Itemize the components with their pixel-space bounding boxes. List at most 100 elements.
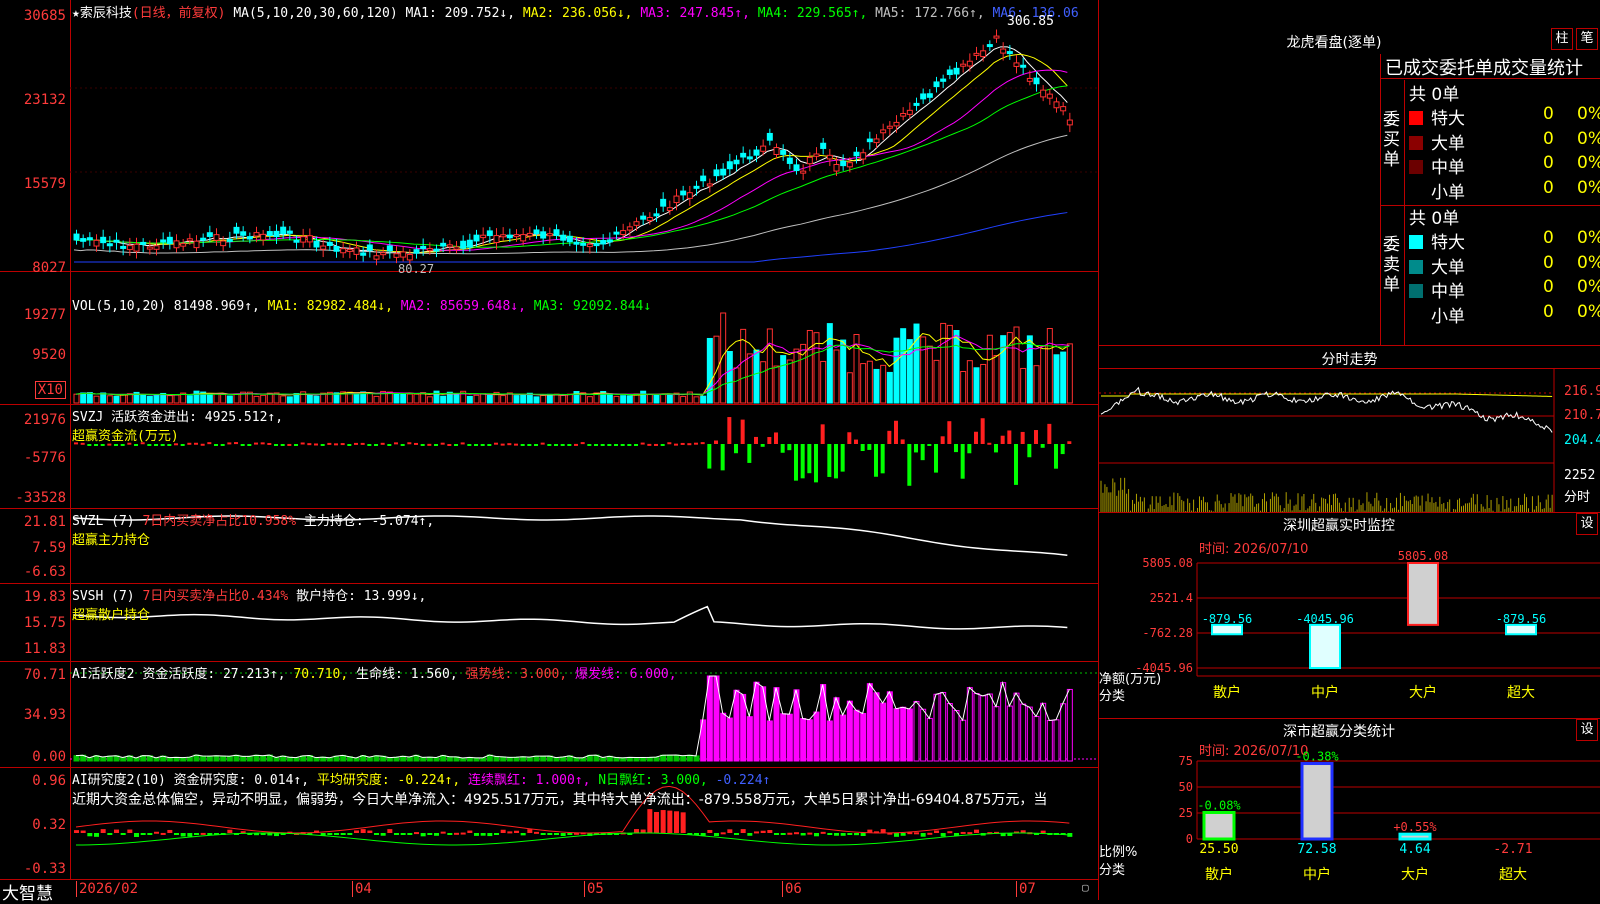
candle (740, 152, 747, 158)
candle (593, 243, 600, 247)
flow-bar (494, 442, 498, 445)
candle (560, 234, 567, 241)
research-bar (647, 809, 653, 833)
activity-bar (260, 755, 267, 762)
volume-bar (1060, 351, 1067, 404)
flow-bar (594, 444, 598, 446)
flow-bar (1007, 430, 1012, 444)
intraday-chart[interactable] (1099, 346, 1600, 513)
activity-bar (1020, 703, 1027, 762)
research-bar (454, 832, 459, 835)
activity-bar (1033, 715, 1040, 762)
volume-bar (513, 395, 520, 404)
candle (1060, 106, 1067, 112)
volume-bar (1006, 332, 1013, 404)
candle (173, 240, 180, 249)
period-label[interactable]: (日线，前复权) (132, 6, 226, 21)
stock-name[interactable]: ★索辰科技 (72, 6, 132, 21)
research-bar (460, 832, 466, 835)
flow-bar (700, 442, 705, 445)
candle (820, 142, 827, 149)
candle (100, 236, 107, 244)
volume-bar (253, 395, 260, 404)
szc-value-label: 72.58 (1297, 842, 1336, 857)
order-pct: 0% (1577, 104, 1600, 124)
research-bar (334, 833, 339, 835)
activity-bar (420, 756, 427, 762)
flow-bar (687, 443, 692, 446)
research-bar (1040, 830, 1046, 833)
volume-pane[interactable]: 19277 9520 X10 VOL(5,10,20) 81498.969↑, … (0, 271, 1098, 405)
candle (813, 153, 820, 157)
flow-bar (287, 443, 292, 446)
candle (446, 244, 453, 248)
intraday-price-tick: 204.4 (1564, 433, 1600, 448)
volume-chart[interactable] (0, 271, 1098, 404)
flow-bar (394, 442, 398, 445)
svzl-hold: 主力持仓: -5.074↑, (303, 514, 435, 529)
research-bar (840, 833, 846, 836)
kline-chart[interactable] (0, 0, 1098, 271)
activity-bar (526, 756, 533, 762)
activity-bar (840, 714, 847, 762)
volume-bar (653, 395, 660, 404)
candle (160, 239, 167, 243)
x-label: 04 (352, 881, 372, 897)
research-bar (147, 833, 153, 835)
svzl-pane[interactable]: 21.81 7.59 -6.63 SVZL (7) 7日内买卖净占比10.958… (0, 508, 1098, 584)
volume-bar (993, 354, 1000, 404)
activity-bar (1053, 719, 1060, 762)
candle (426, 248, 433, 252)
kline-pane[interactable]: 30685 23132 15579 8027 ★索辰科技(日线，前复权) MA(… (0, 0, 1098, 276)
flow-bar (354, 442, 358, 445)
candle (693, 185, 700, 189)
flow-bar (1014, 444, 1018, 485)
research-bar (427, 833, 433, 835)
candle (800, 170, 807, 174)
legend-swatch (1409, 160, 1423, 174)
intraday-panel[interactable]: 分时走势 216.9 210.7 204.4 2252 分时 (1099, 345, 1600, 513)
activity-bar (200, 755, 207, 762)
lock-icon[interactable]: ▢ (1082, 881, 1089, 894)
activity-bar (353, 757, 360, 762)
candle (433, 248, 440, 252)
candle (340, 248, 347, 254)
volume-bar (933, 359, 940, 404)
bar-mode-button[interactable]: 柱 (1551, 28, 1573, 50)
svsh-pane[interactable]: 19.83 15.75 11.83 SVSH (7) 7日内买卖净占比0.434… (0, 583, 1098, 662)
volume-bar (820, 360, 827, 404)
candle (86, 237, 93, 241)
flow-bar (867, 444, 872, 450)
flow-bar (474, 444, 478, 446)
ma5-value: MA5: 172.766↑, (875, 6, 985, 21)
candle (886, 125, 893, 129)
flow-bar (954, 444, 958, 453)
flow-bar (834, 444, 838, 479)
candle (633, 221, 640, 226)
order-pct: 0% (1577, 177, 1600, 198)
activity-bar (293, 757, 300, 762)
research-bar (780, 833, 786, 835)
research-bar (387, 829, 393, 833)
flow-bar (580, 442, 585, 445)
ai-active-v5: 爆发线: 6.000, (574, 667, 677, 682)
volume-bar (400, 393, 407, 404)
svsh-legend: SVSH (7) 7日内买卖净占比0.434% 散户持仓: 13.999↓, 超… (72, 585, 426, 623)
flow-bar (607, 444, 612, 446)
candle (646, 216, 653, 222)
ai-research-pane[interactable]: 0.96 0.32 -0.33 AI研究度2(10) 资金研究度: 0.014↑… (0, 767, 1098, 880)
flow-bar (540, 442, 545, 445)
svzj-pane[interactable]: 21976 -5776 -33528 SVZJ 活跃资金进出: 4925.512… (0, 404, 1098, 509)
ma-line (73, 69, 1068, 251)
pen-mode-button[interactable]: 笔 (1576, 28, 1598, 50)
candle (233, 226, 240, 234)
flow-bar (487, 444, 492, 446)
candle (200, 237, 207, 241)
activity-bar (720, 712, 727, 762)
research-bar (727, 829, 733, 833)
volume-bar (313, 395, 320, 404)
volume-bar (733, 367, 740, 404)
order-pct: 0% (1577, 128, 1600, 149)
ai-active-pane[interactable]: 70.71 34.93 0.00 AI活跃度2 资金活跃度: 27.213↑, … (0, 661, 1098, 768)
dragon-headline: 已成交委托单成交量统计 (1385, 58, 1583, 79)
